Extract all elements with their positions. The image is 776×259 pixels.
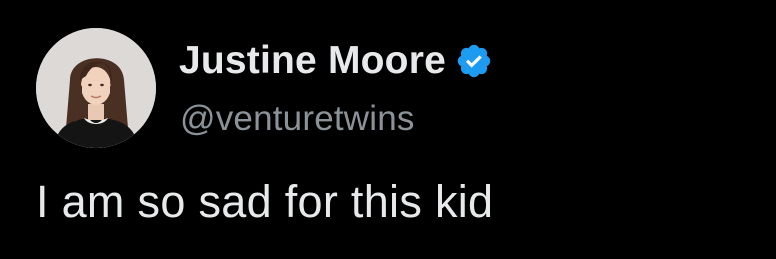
avatar[interactable] xyxy=(36,28,156,148)
author-name-row: Justine Moore xyxy=(179,38,493,84)
tweet-text: I am so sad for this kid xyxy=(36,176,494,227)
avatar-photo xyxy=(36,28,156,148)
verified-badge-icon[interactable] xyxy=(455,42,493,80)
tweet-card: Justine Moore @venturetwins I am so sad … xyxy=(0,0,776,259)
author-handle[interactable]: @venturetwins xyxy=(180,99,415,139)
author-display-name[interactable]: Justine Moore xyxy=(179,39,446,83)
